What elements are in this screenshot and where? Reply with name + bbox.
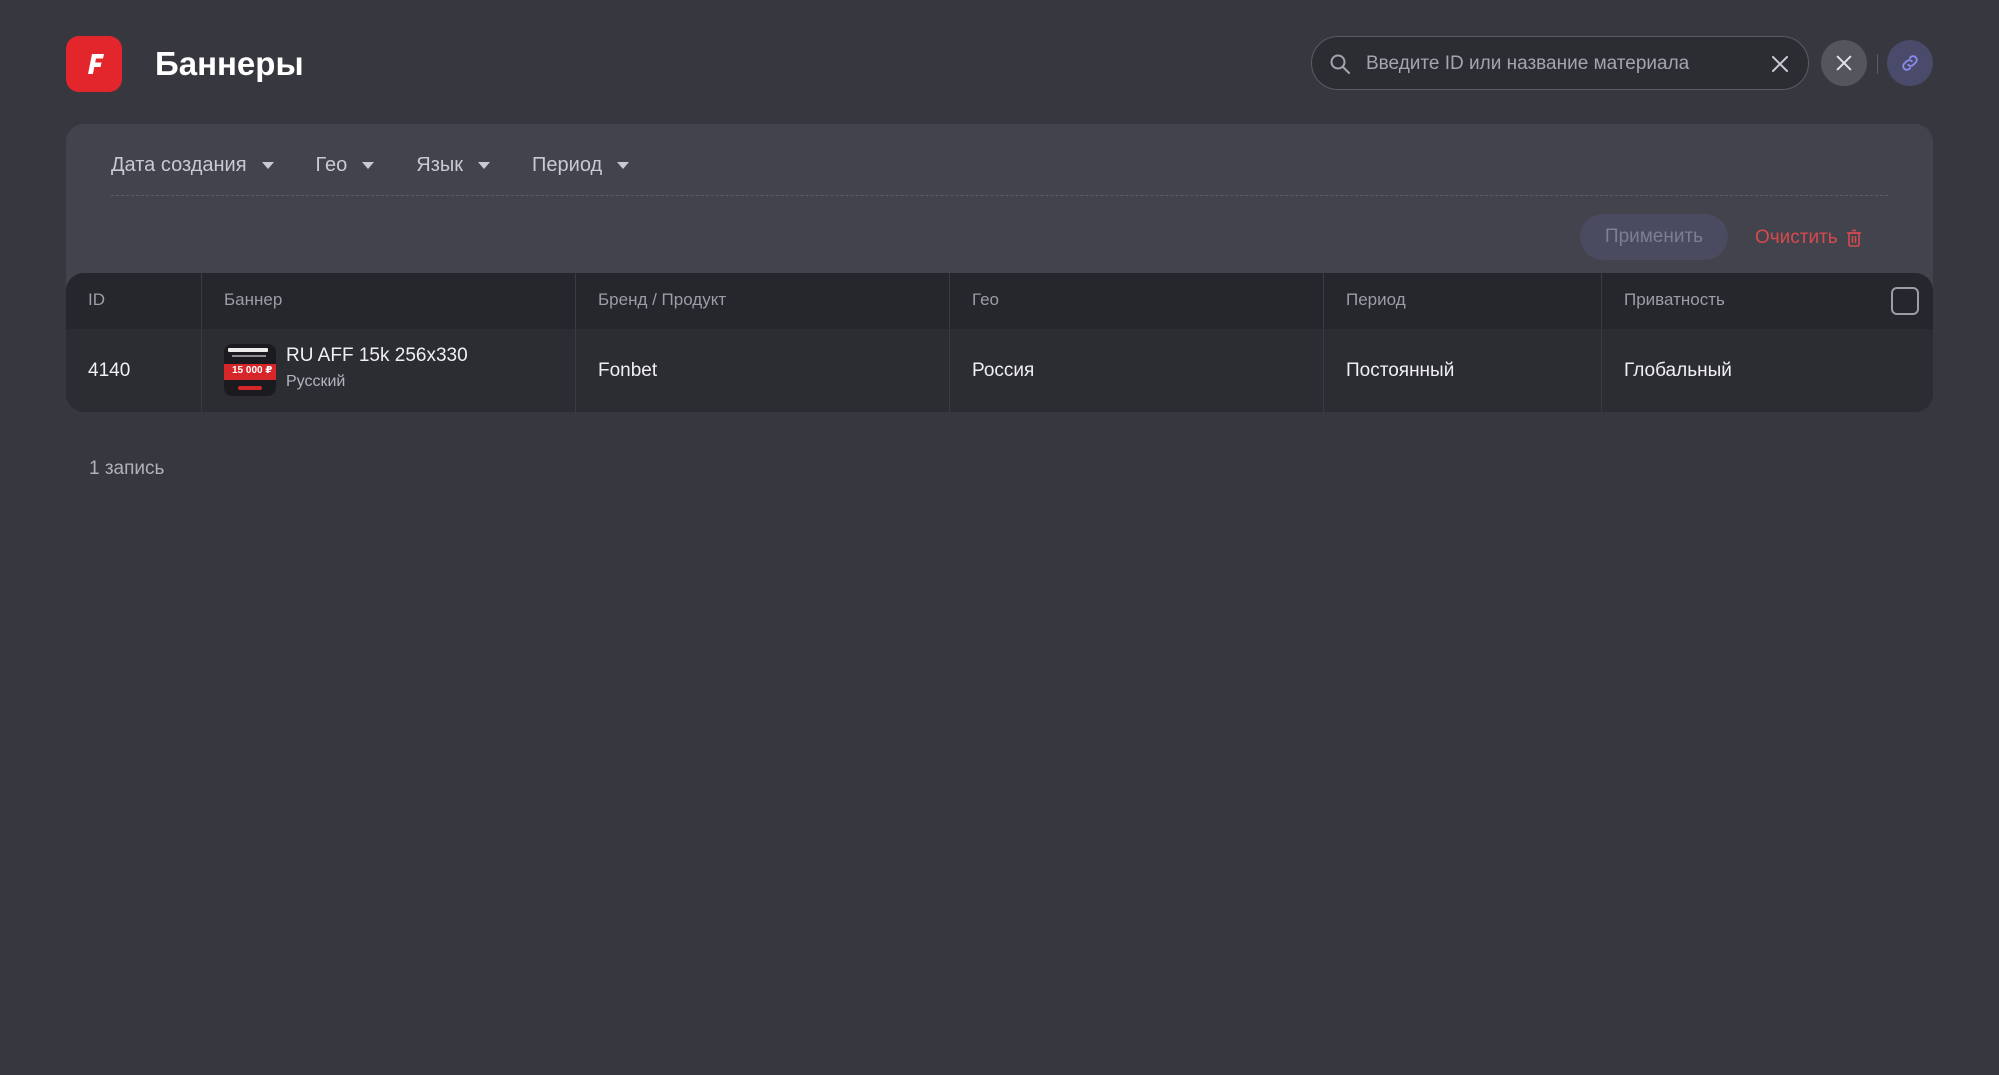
col-geo[interactable]: Гео	[949, 273, 1323, 329]
column-header: ID	[88, 290, 105, 309]
column-header: Баннер	[224, 290, 283, 309]
cell-geo: Россия	[949, 329, 1323, 412]
column-header: Бренд / Продукт	[598, 290, 727, 309]
search-box[interactable]	[1311, 36, 1809, 91]
col-banner[interactable]: Баннер	[201, 273, 575, 329]
cell-brand: Fonbet	[575, 329, 949, 412]
thumb-amount: 15 000 ₽	[232, 365, 273, 376]
row-geo: Россия	[972, 360, 1035, 381]
table-row[interactable]: 4140 15 000 ₽ RU AFF 15k 256x330 Русский…	[66, 329, 1933, 412]
filter-label: Дата создания	[111, 153, 247, 176]
banner-language: Русский	[286, 373, 346, 390]
filter-created-date[interactable]: Дата создания	[111, 150, 274, 180]
record-count: 1 запись	[89, 458, 165, 479]
cell-privacy: Глобальный	[1601, 329, 1933, 412]
search-icon	[1330, 54, 1350, 74]
column-header: Приватность	[1624, 290, 1725, 309]
filter-label: Период	[532, 153, 603, 176]
clear-icon[interactable]	[1768, 52, 1792, 76]
clear-filters-button[interactable]: Очистить	[1755, 224, 1862, 252]
apply-button[interactable]: Применить	[1580, 214, 1728, 260]
cell-period: Постоянный	[1323, 329, 1601, 412]
copy-link-button[interactable]	[1887, 40, 1933, 86]
row-id: 4140	[88, 360, 131, 381]
col-brand[interactable]: Бренд / Продукт	[575, 273, 949, 329]
filter-period[interactable]: Период	[532, 150, 630, 180]
close-button[interactable]	[1821, 40, 1867, 86]
clear-filters-label: Очистить	[1755, 227, 1838, 248]
filters-panel: Дата создания Гео Язык Период Применить …	[66, 124, 1933, 294]
col-id[interactable]: ID	[66, 273, 201, 329]
thumb-decor	[238, 386, 262, 390]
header: Баннеры	[66, 36, 1933, 92]
thumb-decor	[228, 348, 268, 352]
col-period[interactable]: Период	[1323, 273, 1601, 329]
filter-label: Гео	[315, 153, 348, 176]
col-privacy[interactable]: Приватность	[1601, 273, 1933, 329]
page-title: Баннеры	[155, 45, 304, 82]
chevron-down-icon	[261, 161, 274, 169]
filter-language[interactable]: Язык	[416, 150, 491, 180]
chevron-down-icon	[478, 161, 491, 169]
cell-id: 4140	[66, 329, 201, 412]
chevron-down-icon	[617, 161, 630, 169]
table-header: ID Баннер Бренд / Продукт Гео Период При…	[66, 273, 1933, 329]
chevron-down-icon	[362, 161, 375, 169]
filters-divider	[111, 195, 1888, 196]
link-icon	[1902, 55, 1918, 71]
cell-banner: 15 000 ₽ RU AFF 15k 256x330 Русский	[201, 329, 575, 412]
banner-thumbnail[interactable]: 15 000 ₽	[224, 344, 276, 396]
search-input[interactable]	[1364, 37, 1758, 91]
banner-name: RU AFF 15k 256x330	[286, 345, 468, 366]
thumb-decor	[232, 355, 266, 357]
banners-table: ID Баннер Бренд / Продукт Гео Период При…	[66, 273, 1933, 412]
filter-geo[interactable]: Гео	[316, 150, 375, 180]
filter-label: Язык	[416, 153, 464, 176]
row-privacy: Глобальный	[1624, 360, 1732, 381]
filter-row: Дата создания Гео Язык Период	[111, 150, 671, 180]
fonbet-logo-icon[interactable]	[66, 36, 122, 92]
column-header: Гео	[972, 290, 999, 309]
column-header: Период	[1346, 290, 1406, 309]
trash-icon	[1846, 229, 1861, 247]
row-brand: Fonbet	[598, 360, 658, 381]
logo-glyph	[88, 54, 104, 74]
close-icon	[1836, 55, 1852, 71]
row-period: Постоянный	[1346, 360, 1455, 381]
divider	[1877, 54, 1878, 74]
select-all-checkbox[interactable]	[1891, 287, 1919, 315]
